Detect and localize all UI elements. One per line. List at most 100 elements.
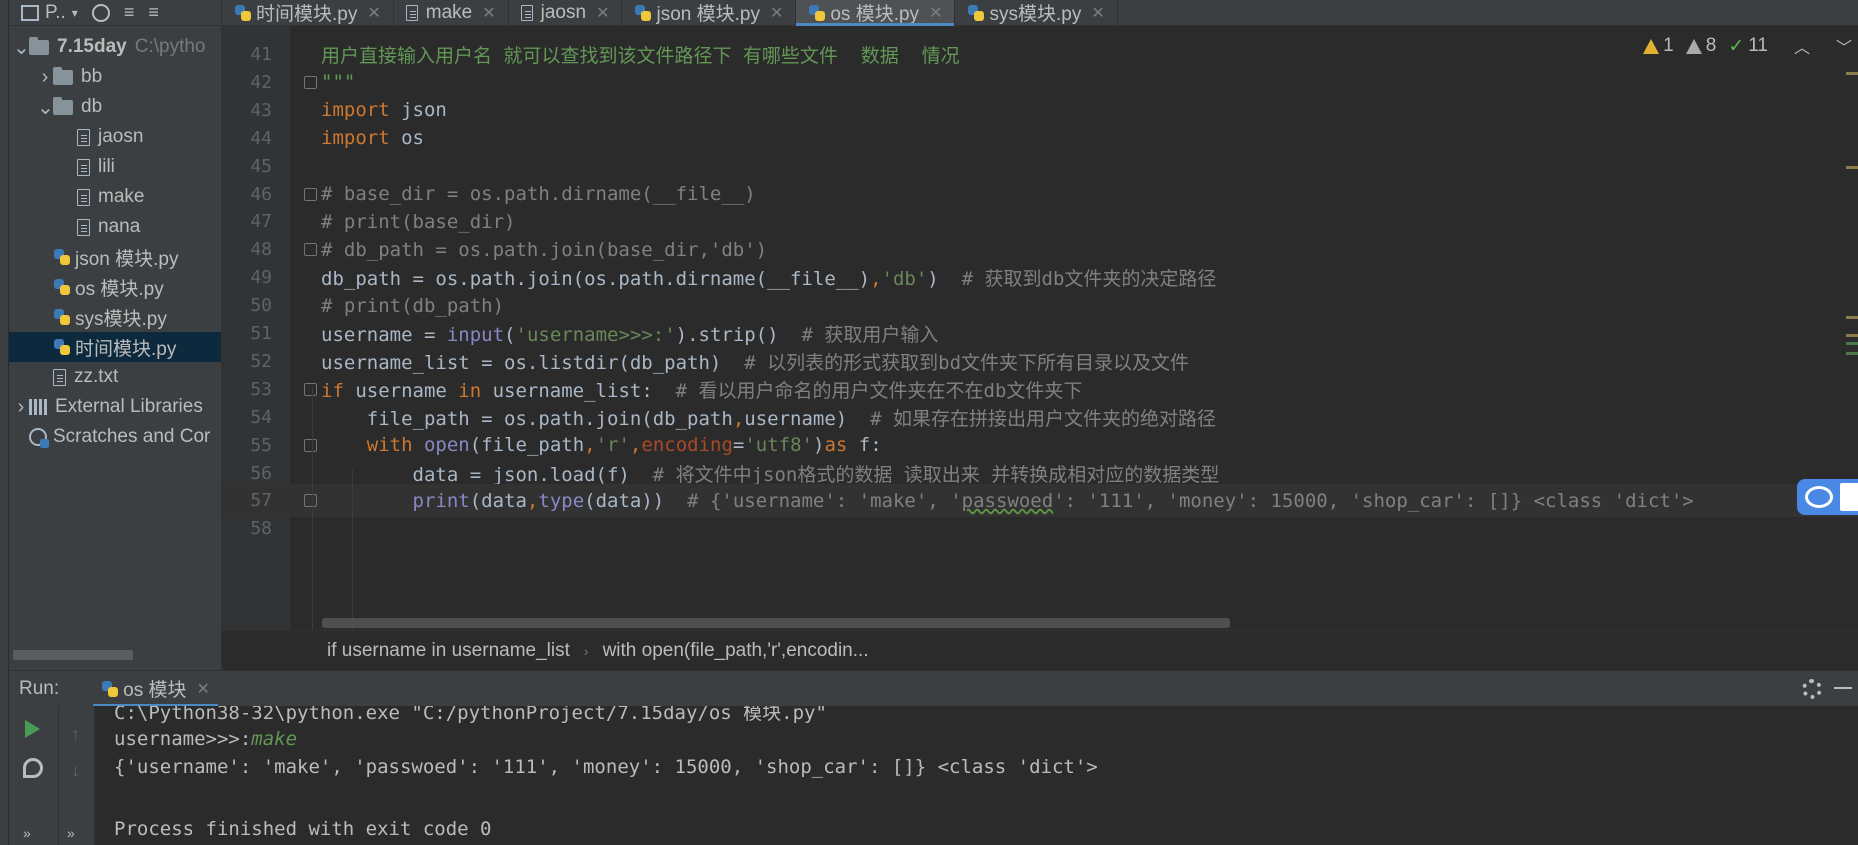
tree-item[interactable]: os 模块.py [9,272,221,302]
wrench-icon[interactable] [23,758,43,778]
editor-tab-label: os 模块.py [830,4,920,25]
tree-item[interactable]: › External Libraries [9,392,221,422]
inspection-widget[interactable]: 1 8 ✓ 11 ︿ ﹀ [1643,34,1852,58]
minimize-icon[interactable] [1834,687,1852,689]
close-icon[interactable]: ✕ [367,3,380,23]
chevron-right-icon[interactable]: › [13,396,29,419]
editor-tab[interactable]: sys模块.py ✕ [955,0,1118,25]
tree-item[interactable]: jaosn [9,122,221,152]
fold-icon[interactable] [304,438,317,452]
editor-tab-bar: 时间模块.py ✕ make ✕ jaosn ✕ json 模块.py ✕ os 模块.py ✕ s… [222,0,1858,26]
collapse-all-icon[interactable]: ≡ [124,2,135,23]
tree-item[interactable]: lili [9,152,221,182]
tree-item-label: bb [81,66,103,87]
code-editor[interactable]: 41 用户直接输入用户名 就可以查找到该文件路径下 有哪些文件 数据 情况 42 ""… [222,26,1858,630]
editor-tab[interactable]: json 模块.py ✕ [622,0,797,25]
editor-tab[interactable]: make ✕ [394,0,509,25]
code-token: in [458,379,482,402]
editor-horizontal-scrollbar[interactable] [322,618,1230,628]
error-stripe-marker[interactable] [1846,316,1858,319]
more-icon[interactable]: » [67,825,75,841]
chevron-down-icon[interactable]: ⌄ [37,95,54,120]
editor-tab[interactable]: os 模块.py ✕ [796,0,956,26]
editor-tab[interactable]: jaosn ✕ [509,0,623,25]
library-icon [29,399,49,415]
code-token: , [629,434,642,457]
cloud-sync-widget[interactable] [1797,479,1858,515]
arrow-down-icon[interactable]: ↓ [71,760,80,781]
breadcrumb-item[interactable]: with open(file_path,'r',encodin... [603,640,869,662]
scratch-icon [29,428,49,448]
console-line: {'username': 'make', 'passwoed': '111', … [114,756,1098,778]
code-token: type [538,489,585,512]
check-icon: ✓ [1728,35,1745,57]
tree-item[interactable]: › bb [9,62,221,92]
code-line[interactable]: 58 [222,512,1858,545]
code-token: # 获取到db文件夹的决定路径 [961,268,1217,291]
tree-item-label: os 模块.py [75,278,164,300]
code-token: ( [504,324,516,346]
change-stripe-marker[interactable] [1846,352,1858,355]
error-count[interactable]: 1 [1643,35,1674,57]
run-console[interactable]: C:\Python38-32\python.exe "C:/pythonProj… [95,706,1858,845]
typo-count[interactable]: ✓ 11 [1728,35,1768,58]
code-token: json [389,99,447,122]
run-tab[interactable]: os 模块 ✕ [93,671,218,707]
change-stripe-marker[interactable] [1846,342,1858,345]
code-token: , [526,489,539,512]
expand-all-icon[interactable]: ≡ [148,2,159,23]
fold-icon[interactable] [304,494,317,508]
close-icon[interactable]: ✕ [197,679,210,699]
more-icon[interactable]: » [23,825,31,841]
tree-item[interactable]: sys模块.py [9,302,221,332]
close-icon[interactable]: ✕ [482,3,495,23]
tree-item-label: zz.txt [74,366,119,387]
chevron-down-icon[interactable]: ⌄ [13,35,30,60]
code-token: passwoed [961,489,1054,512]
fold-icon[interactable] [304,243,317,257]
tree-item[interactable]: json 模块.py [9,242,221,272]
error-stripe-marker[interactable] [1846,334,1858,337]
tree-item[interactable]: ⌄ db [9,92,221,122]
code-text: """ [321,71,355,93]
tree-item[interactable]: Scratches and Cor [9,422,221,452]
editor-tab[interactable]: 时间模块.py ✕ [222,0,394,25]
line-number: 46 [250,183,272,205]
error-stripe-marker[interactable] [1846,72,1858,75]
fold-icon[interactable] [304,75,317,89]
line-number: 50 [250,295,272,317]
close-icon[interactable]: ✕ [1091,3,1104,23]
code-token: file_path = os.path.join(db_path [321,407,733,430]
code-token: username = [321,324,447,346]
breadcrumb-item[interactable]: if username in username_list [327,640,570,662]
project-panel-header[interactable]: P.. ▾ ≡ ≡ [9,0,221,26]
tree-item[interactable]: zz.txt [9,362,221,392]
gear-icon[interactable] [1802,679,1822,699]
target-icon[interactable] [91,3,110,22]
tree-item[interactable]: ⌄ 7.15day C:\pytho [9,32,221,62]
chevron-down-icon[interactable]: ▾ [72,6,78,20]
code-text: # base_dir = os.path.dirname(__file__) [321,183,756,205]
code-token: # {'username': 'make', ' [687,489,962,512]
tree-item[interactable]: 时间模块.py [9,332,221,362]
chevron-right-icon[interactable]: › [37,66,53,89]
run-label: Run: [19,677,60,699]
close-icon[interactable]: ✕ [929,3,942,23]
error-stripe-marker[interactable] [1846,166,1858,169]
chevron-up-icon[interactable]: ︿ [1794,34,1810,58]
rerun-icon[interactable] [25,720,40,738]
fold-icon[interactable] [304,187,317,201]
arrow-up-icon[interactable]: ↑ [71,724,80,745]
warning-count[interactable]: 8 [1685,35,1716,57]
python-icon [101,680,119,698]
close-icon[interactable]: ✕ [596,3,609,23]
tree-item[interactable]: nana [9,212,221,242]
fold-icon[interactable] [304,382,317,396]
project-horizontal-scrollbar[interactable] [13,650,133,660]
line-number: 53 [250,378,272,400]
code-token: # base_dir = os.path.dirname(__file__) [321,183,756,205]
code-token: # 如果存在拼接出用户文件夹的绝对路径 [870,407,1216,430]
tree-item[interactable]: make [9,182,221,212]
chevron-down-icon[interactable]: ﹀ [1836,34,1852,58]
close-icon[interactable]: ✕ [770,3,783,23]
